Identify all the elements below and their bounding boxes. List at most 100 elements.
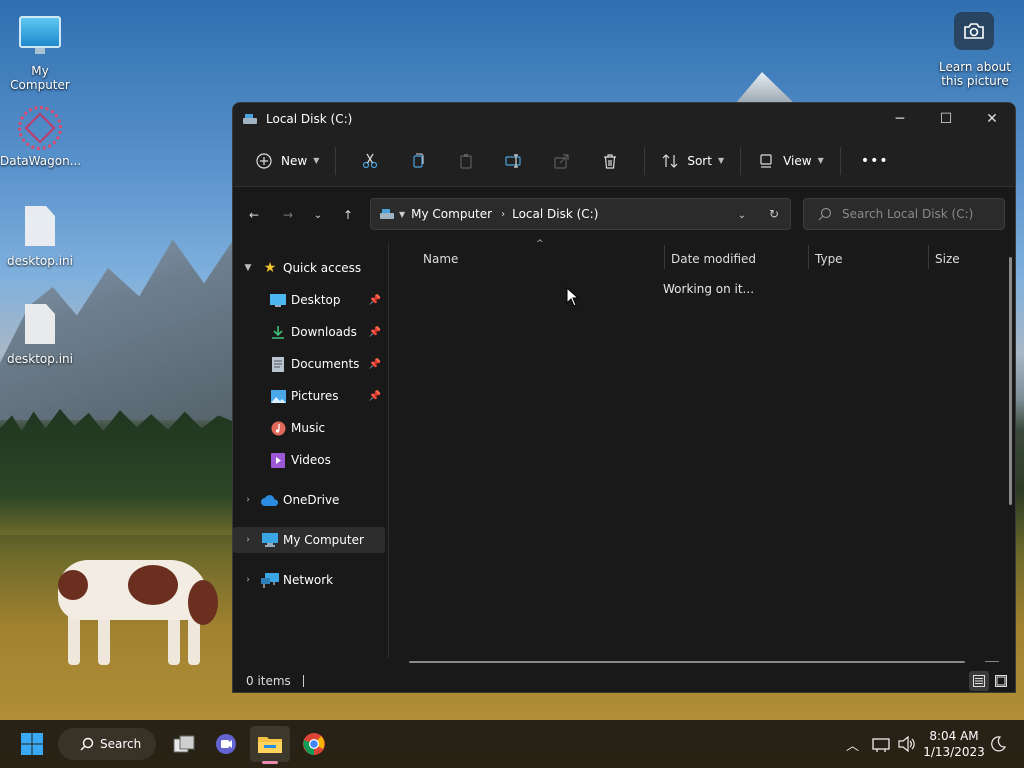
back-button[interactable]: ← bbox=[239, 200, 269, 230]
volume-button[interactable] bbox=[898, 720, 916, 768]
new-button[interactable]: New ▼ bbox=[249, 145, 325, 177]
nav-downloads[interactable]: Downloads 📌 bbox=[233, 319, 385, 345]
search-box[interactable] bbox=[803, 198, 1005, 230]
title-bar[interactable]: Local Disk (C:) ─ ☐ ✕ bbox=[233, 103, 1015, 135]
drive-icon bbox=[243, 114, 257, 124]
teams-chat-button[interactable] bbox=[208, 726, 244, 762]
clock[interactable]: 8:04 AM 1/13/2023 bbox=[920, 728, 988, 760]
task-view-button[interactable] bbox=[166, 726, 202, 762]
column-divider[interactable] bbox=[808, 245, 809, 269]
address-bar[interactable]: ▼ My Computer › Local Disk (C:) ⌄ ↻ bbox=[370, 198, 791, 230]
spotlight-camera-button[interactable] bbox=[954, 12, 994, 50]
search-input[interactable] bbox=[842, 207, 992, 221]
desktop-icon-datawagon[interactable]: DataWagon... bbox=[0, 106, 81, 168]
file-explorer-window: Local Disk (C:) ─ ☐ ✕ New ▼ Sort ▼ View … bbox=[232, 102, 1016, 693]
plus-circle-icon bbox=[255, 152, 273, 170]
paste-button[interactable] bbox=[442, 145, 490, 177]
maximize-icon: ☐ bbox=[939, 111, 953, 127]
close-button[interactable]: ✕ bbox=[969, 103, 1015, 135]
cut-icon bbox=[363, 153, 378, 168]
close-icon: ✕ bbox=[986, 111, 998, 127]
focus-assist-button[interactable] bbox=[990, 720, 1006, 768]
desktop-folder-icon bbox=[269, 291, 287, 309]
nav-network[interactable]: › Network bbox=[233, 567, 385, 593]
nav-documents[interactable]: Documents 📌 bbox=[233, 351, 385, 377]
chevron-down-icon: ▼ bbox=[817, 156, 824, 165]
tiles-view-button[interactable] bbox=[991, 671, 1011, 691]
divider bbox=[839, 146, 841, 175]
view-button[interactable]: View ▼ bbox=[751, 145, 830, 177]
desktop-icon-desktop-ini-2[interactable]: desktop.ini bbox=[0, 302, 80, 366]
nav-quick-access[interactable]: ▼ ★ Quick access bbox=[233, 255, 385, 281]
pin-icon: 📌 bbox=[368, 294, 381, 306]
spotlight-label[interactable]: Learn about this picture bbox=[932, 60, 1018, 88]
column-header-name[interactable]: Name bbox=[423, 247, 458, 271]
desktop-icon-desktop-ini[interactable]: desktop.ini bbox=[0, 204, 80, 268]
more-options-button[interactable]: ••• bbox=[851, 145, 899, 177]
nav-videos[interactable]: Videos bbox=[233, 447, 385, 473]
column-label: Date modified bbox=[671, 252, 757, 266]
cut-button[interactable] bbox=[346, 145, 394, 177]
file-icon bbox=[25, 304, 55, 344]
column-header-size[interactable]: Size bbox=[935, 247, 960, 271]
file-icon bbox=[25, 206, 55, 246]
maximize-button[interactable]: ☐ bbox=[923, 103, 969, 135]
clock-time: 8:04 AM bbox=[929, 729, 979, 743]
download-icon bbox=[269, 323, 287, 341]
minimize-button[interactable]: ─ bbox=[877, 103, 923, 135]
column-header-type[interactable]: Type bbox=[815, 247, 843, 271]
breadcrumb-local-disk[interactable]: Local Disk (C:) bbox=[512, 207, 598, 221]
tiles-view-icon bbox=[995, 675, 1007, 687]
new-label: New bbox=[281, 153, 308, 168]
column-header-date-modified[interactable]: Date modified bbox=[671, 247, 756, 271]
taskbar-search-button[interactable]: Search bbox=[58, 728, 156, 760]
desktop-icon-label: desktop.ini bbox=[7, 352, 73, 366]
desktop-icon-my-computer[interactable]: My Computer bbox=[0, 10, 80, 92]
details-view-button[interactable] bbox=[969, 671, 989, 691]
rename-button[interactable] bbox=[490, 145, 538, 177]
refresh-icon: ↻ bbox=[768, 207, 780, 221]
volume-icon bbox=[898, 736, 915, 752]
pin-icon: 📌 bbox=[368, 390, 381, 402]
column-label: Name bbox=[423, 252, 459, 266]
nav-label: OneDrive bbox=[283, 493, 340, 507]
nav-my-computer[interactable]: › My Computer bbox=[233, 527, 385, 553]
address-history-button[interactable]: ⌄ bbox=[726, 207, 758, 221]
chevron-right-icon: › bbox=[246, 575, 250, 585]
refresh-button[interactable]: ↻ bbox=[758, 207, 790, 221]
up-button[interactable]: ↑ bbox=[333, 200, 363, 230]
breadcrumb-my-computer[interactable]: My Computer bbox=[411, 207, 492, 221]
document-icon bbox=[269, 355, 287, 373]
network-status-button[interactable] bbox=[872, 720, 890, 768]
delete-button[interactable] bbox=[586, 145, 634, 177]
chevron-right-icon: › bbox=[246, 495, 250, 505]
taskbar: Search ︿ 8:04 AM 1/13/2023 bbox=[0, 720, 1024, 768]
vertical-scrollbar[interactable] bbox=[1009, 257, 1012, 505]
status-divider bbox=[302, 675, 304, 687]
share-button[interactable] bbox=[538, 145, 586, 177]
column-divider[interactable] bbox=[664, 245, 665, 269]
file-explorer-taskbar-button[interactable] bbox=[250, 726, 290, 764]
recent-locations-button[interactable]: ⌄ bbox=[303, 200, 333, 230]
video-icon bbox=[269, 451, 287, 469]
show-hidden-icons-button[interactable]: ︿ bbox=[846, 720, 859, 768]
nav-label: Documents bbox=[291, 357, 360, 371]
status-bar: 0 items bbox=[233, 669, 1015, 692]
horizontal-scrollbar[interactable] bbox=[409, 661, 965, 663]
search-icon bbox=[818, 207, 832, 221]
nav-desktop[interactable]: Desktop 📌 bbox=[233, 287, 385, 313]
divider bbox=[740, 146, 742, 175]
copy-button[interactable] bbox=[394, 145, 442, 177]
pin-icon: 📌 bbox=[368, 326, 381, 338]
start-button[interactable] bbox=[14, 726, 50, 762]
forward-button[interactable]: → bbox=[273, 200, 303, 230]
sort-button[interactable]: Sort ▼ bbox=[655, 145, 730, 177]
nav-music[interactable]: Music bbox=[233, 415, 385, 441]
divider bbox=[644, 146, 646, 175]
chrome-button[interactable] bbox=[296, 726, 332, 762]
nav-pictures[interactable]: Pictures 📌 bbox=[233, 383, 385, 409]
column-divider[interactable] bbox=[928, 245, 929, 269]
view-icon bbox=[757, 152, 775, 170]
file-list[interactable]: ^ Name Date modified Type Size Working o… bbox=[391, 239, 1013, 661]
nav-onedrive[interactable]: › OneDrive bbox=[233, 487, 385, 513]
